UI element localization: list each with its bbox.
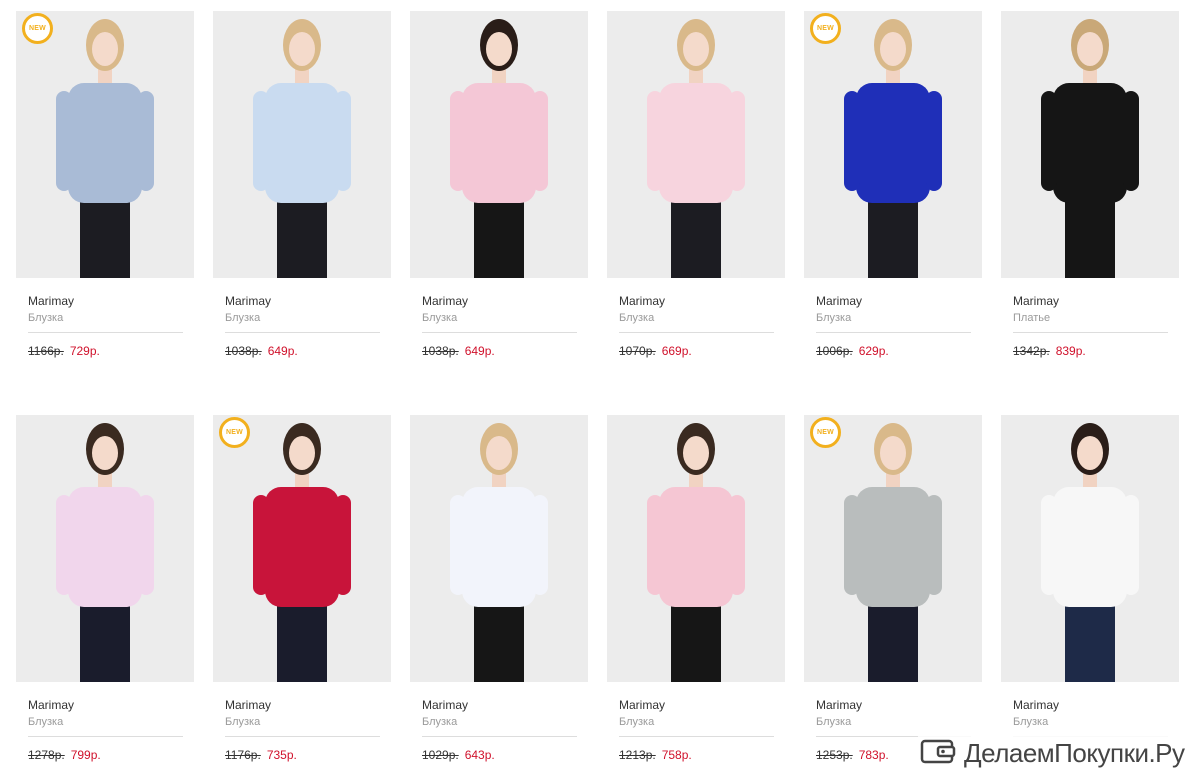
sale-price: 629р. xyxy=(858,344,889,358)
price-row: 1342р. 839р. xyxy=(1013,344,1179,358)
divider xyxy=(28,736,183,737)
divider xyxy=(1013,332,1168,333)
divider xyxy=(28,332,183,333)
product-card[interactable]: NEW Marimay Блузка 1006р. 629р. xyxy=(804,11,982,377)
product-category: Блузка xyxy=(816,716,852,728)
product-brand[interactable]: Marimay xyxy=(422,698,588,712)
price-row: 1006р. 629р. xyxy=(816,344,982,358)
sale-price: 839р. xyxy=(1055,344,1086,358)
product-photo[interactable] xyxy=(213,11,391,278)
product-card[interactable]: Marimay Блузка 1038р. 649р. xyxy=(213,11,391,377)
product-brand[interactable]: Marimay xyxy=(619,294,785,308)
product-brand[interactable]: Marimay xyxy=(816,698,982,712)
product-photo[interactable] xyxy=(1001,11,1179,278)
new-badge: NEW xyxy=(22,13,53,44)
product-photo[interactable] xyxy=(607,11,785,278)
product-brand[interactable]: Marimay xyxy=(1013,698,1179,712)
product-card[interactable]: NEW Marimay Блузка 1166р. 729р. xyxy=(16,11,194,377)
product-photo[interactable] xyxy=(1001,415,1179,682)
product-card[interactable]: Marimay Блузка 1029р. 643р. xyxy=(410,415,588,781)
product-card[interactable]: Marimay Блузка 1278р. 799р. xyxy=(16,415,194,781)
sale-price: 649р. xyxy=(267,344,298,358)
product-brand[interactable]: Marimay xyxy=(619,698,785,712)
old-price: 1038р. xyxy=(225,344,262,358)
sale-price: 729р. xyxy=(69,344,100,358)
old-price: 1070р. xyxy=(619,344,656,358)
product-photo[interactable]: NEW xyxy=(213,415,391,682)
product-card[interactable]: Marimay Блузка 1070р. 669р. xyxy=(607,11,785,377)
price-row: 1038р. 649р. xyxy=(422,344,588,358)
watermark: ДелаемПокупки.Ру xyxy=(918,735,1191,772)
product-card[interactable]: NEW Marimay Блузка 1253р. 783р. xyxy=(804,415,982,781)
product-brand[interactable]: Marimay xyxy=(225,698,391,712)
product-brand[interactable]: Marimay xyxy=(225,294,391,308)
price-row: 1038р. 649р. xyxy=(225,344,391,358)
product-brand[interactable]: Marimay xyxy=(816,294,982,308)
watermark-text: ДелаемПокупки.Ру xyxy=(964,738,1185,768)
product-category: Блузка xyxy=(422,312,458,324)
new-badge: NEW xyxy=(219,417,250,448)
divider xyxy=(225,332,380,333)
price-row: 1278р. 799р. xyxy=(28,748,194,762)
product-category: Блузка xyxy=(619,312,655,324)
product-photo[interactable]: NEW xyxy=(804,11,982,278)
price-row: 1176р. 735р. xyxy=(225,748,391,762)
price-row: 1213р. 758р. xyxy=(619,748,785,762)
sale-price: 758р. xyxy=(661,748,692,762)
product-grid: NEW Marimay Блузка 1166р. 729р. Marimay … xyxy=(16,11,1179,781)
price-row: 1070р. 669р. xyxy=(619,344,785,358)
product-card[interactable]: Marimay Блузка 1213р. 758р. xyxy=(607,415,785,781)
product-card[interactable]: Marimay Платье 1342р. 839р. xyxy=(1001,11,1179,377)
product-category: Платье xyxy=(1013,312,1051,324)
wallet-icon xyxy=(920,737,956,770)
product-category: Блузка xyxy=(225,716,261,728)
product-card[interactable]: Marimay Блузка xyxy=(1001,415,1179,781)
product-card[interactable]: NEW Marimay Блузка 1176р. 735р. xyxy=(213,415,391,781)
divider xyxy=(816,332,971,333)
sale-price: 643р. xyxy=(464,748,495,762)
product-category: Блузка xyxy=(422,716,458,728)
product-brand[interactable]: Marimay xyxy=(1013,294,1179,308)
price-row: 1166р. 729р. xyxy=(28,344,194,358)
old-price: 1038р. xyxy=(422,344,459,358)
product-photo[interactable] xyxy=(410,415,588,682)
divider xyxy=(619,736,774,737)
new-badge: NEW xyxy=(810,13,841,44)
product-photo[interactable]: NEW xyxy=(804,415,982,682)
product-brand[interactable]: Marimay xyxy=(28,294,194,308)
product-category: Блузка xyxy=(28,716,64,728)
product-category: Блузка xyxy=(816,312,852,324)
product-brand[interactable]: Marimay xyxy=(28,698,194,712)
product-photo[interactable] xyxy=(607,415,785,682)
sale-price: 735р. xyxy=(266,748,297,762)
old-price: 1342р. xyxy=(1013,344,1050,358)
sale-price: 799р. xyxy=(70,748,101,762)
price-row: 1029р. 643р. xyxy=(422,748,588,762)
old-price: 1006р. xyxy=(816,344,853,358)
old-price: 1029р. xyxy=(422,748,459,762)
old-price: 1213р. xyxy=(619,748,656,762)
sale-price: 783р. xyxy=(858,748,889,762)
product-card[interactable]: Marimay Блузка 1038р. 649р. xyxy=(410,11,588,377)
product-category: Блузка xyxy=(1013,716,1049,728)
product-category: Блузка xyxy=(619,716,655,728)
divider xyxy=(422,332,577,333)
old-price: 1253р. xyxy=(816,748,853,762)
product-photo[interactable] xyxy=(16,415,194,682)
divider xyxy=(619,332,774,333)
old-price: 1166р. xyxy=(28,344,64,358)
product-category: Блузка xyxy=(28,312,64,324)
divider xyxy=(225,736,380,737)
product-brand[interactable]: Marimay xyxy=(422,294,588,308)
old-price: 1176р. xyxy=(225,748,261,762)
old-price: 1278р. xyxy=(28,748,65,762)
product-photo[interactable] xyxy=(410,11,588,278)
product-photo[interactable]: NEW xyxy=(16,11,194,278)
new-badge: NEW xyxy=(810,417,841,448)
sale-price: 669р. xyxy=(661,344,692,358)
product-category: Блузка xyxy=(225,312,261,324)
divider xyxy=(422,736,577,737)
sale-price: 649р. xyxy=(464,344,495,358)
